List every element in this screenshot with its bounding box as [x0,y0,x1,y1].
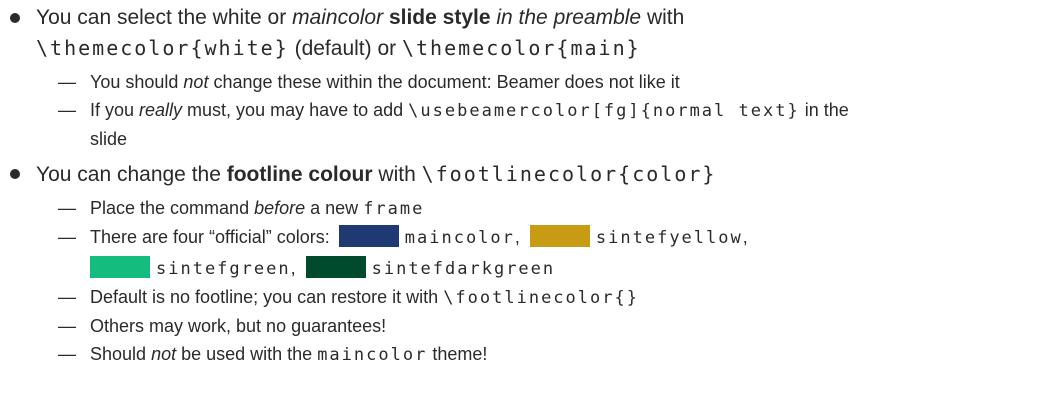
emphasis-text: really [139,100,183,120]
color-name: sintefgreen [156,259,291,279]
color-line-2: sintefgreen, sintefdarkgreen [90,254,1007,283]
bullet-text-line-2: \themecolor{white} (default) or \themeco… [36,33,1037,64]
code-themecolor-white: \themecolor{white} [36,36,289,60]
color-swatch-sintefdarkgreen [305,256,366,278]
text-span: slide [90,129,128,149]
code-frame: frame [363,199,425,219]
text-span: be used with the [176,344,318,364]
color-swatch-sintefyellow [529,225,590,247]
text-span: theme! [427,344,488,364]
sub-list: — Place the command before a new frame —… [0,194,1037,369]
sub-item-no-change: — You should not change these within the… [0,68,1007,96]
bullet-text: You can change the footline colour with … [36,159,1037,190]
color-name: sintefyellow [595,228,743,248]
sub-item-usebeamercolor: — If you really must, you may have to ad… [0,96,1007,153]
bullet-dot-icon [10,169,20,179]
dash-icon: — [58,198,76,218]
code-maincolor: maincolor [317,345,428,365]
code-usebeamercolor: \usebeamercolor[fg]{normal text} [408,101,800,121]
slide: You can select the white or maincolor sl… [0,3,1037,404]
text-span: with [372,163,422,186]
bold-text: slide style [388,6,491,29]
bullet-item-footline: You can change the footline colour with … [0,159,1037,369]
bullet-item-slide-style: You can select the white or maincolor sl… [0,3,1037,153]
bullet-dot-icon [10,13,20,23]
separator: , [514,227,520,247]
sub-item-official-colors: — There are four “official” colors: main… [0,223,1007,283]
dash-icon: — [58,72,76,92]
emphasis-text: not [151,344,177,364]
text-span: a new [305,198,364,218]
text-span: in the [799,100,849,120]
text-span: must, you may have to add [182,100,409,120]
dash-icon: — [58,344,76,364]
emphasis-text: not [183,72,209,92]
dash-icon: — [58,227,76,247]
sub-item-place-command: — Place the command before a new frame [0,194,1007,223]
code-footlinecolor-empty: \footlinecolor{} [443,288,639,308]
text-span: Place the command [90,198,255,218]
sub-list: — You should not change these within the… [0,68,1037,153]
text-span: Should [90,344,152,364]
dash-icon: — [58,316,76,336]
separator: , [742,227,748,247]
dash-icon: — [58,100,76,120]
code-footlinecolor: \footlinecolor{color} [421,162,717,186]
text-span: with [641,6,685,29]
dash-icon: — [58,287,76,307]
text-span: (default) or [288,37,402,60]
color-name: maincolor [404,228,515,248]
text-span: change these within the document: Beamer… [208,72,680,92]
color-swatch-maincolor [338,225,399,247]
text-span: You can select the white or [36,6,293,29]
text-span: Default is no footline; you can restore … [90,287,444,307]
color-name: sintefdarkgreen [371,259,556,279]
code-themecolor-main: \themecolor{main} [401,36,641,60]
bullet-list: You can select the white or maincolor sl… [0,3,1037,369]
text-span: Others may work, but no guarantees! [90,316,387,336]
text-span: There are four “official” colors: [90,227,335,247]
sub-item-no-guarantees: — Others may work, but no guarantees! [0,312,1007,340]
sub-item-default-footline: — Default is no footline; you can restor… [0,283,1007,312]
text-span: If you [90,100,140,120]
text-span: You should [90,72,184,92]
emphasis-text: maincolor [292,6,384,29]
bullet-text: You can select the white or maincolor sl… [36,3,1037,33]
color-swatch-sintefgreen [90,256,150,278]
sub-item-not-maincolor: — Should not be used with the maincolor … [0,340,1007,369]
separator: , [290,258,296,278]
emphasis-text: before [254,198,306,218]
emphasis-text: in the preamble [496,6,642,29]
text-span: You can change the [36,163,227,186]
bold-text: footline colour [226,163,373,186]
